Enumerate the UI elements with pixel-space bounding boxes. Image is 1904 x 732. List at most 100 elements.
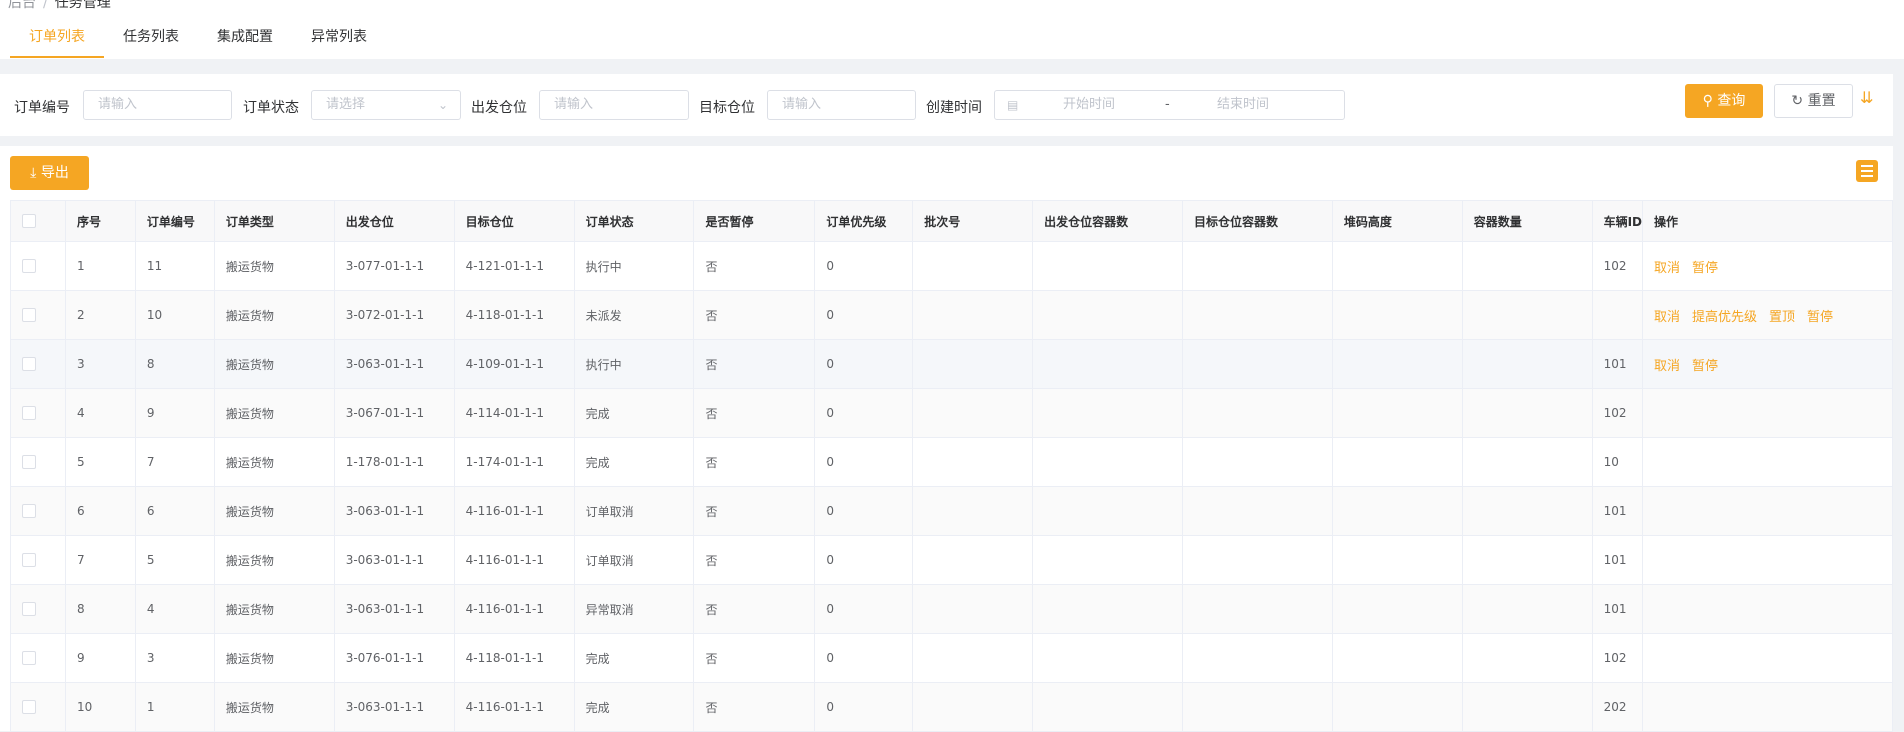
cell-status: 异常取消 <box>573 584 695 634</box>
row-action-link[interactable]: 取消 <box>1654 359 1680 374</box>
to-location-input[interactable]: 请输入 <box>767 90 916 120</box>
row-select-cell[interactable] <box>10 437 66 487</box>
cell-priority: 0 <box>814 241 914 291</box>
cell-from-cnt <box>1032 290 1183 340</box>
cell-priority: 0 <box>814 339 914 389</box>
table-row[interactable]: 8 4 搬运货物 3-063-01-1-1 4-116-01-1-1 异常取消否 0 101 <box>10 584 1893 634</box>
cell-type: 搬运货物 <box>213 486 335 536</box>
row-action-link[interactable]: 暂停 <box>1692 359 1718 374</box>
from-location-label: 出发仓位 <box>471 100 527 116</box>
row-select-cell[interactable] <box>10 584 66 634</box>
cell-status: 未派发 <box>573 290 695 340</box>
tab-integration-config[interactable]: 集成配置 <box>198 26 292 58</box>
cell-idx: 4 <box>64 388 136 438</box>
cell-to-cnt <box>1181 535 1333 585</box>
cell-from: 3-063-01-1-1 <box>333 339 455 389</box>
row-checkbox[interactable] <box>22 553 36 568</box>
cell-vehicle: 102 <box>1591 241 1644 291</box>
cell-paused: 否 <box>693 584 816 634</box>
cell-actions: 取消 暂停 <box>1642 241 1893 291</box>
cell-idx: 1 <box>64 241 136 291</box>
end-time-input[interactable]: 结束时间 <box>1217 91 1269 119</box>
cell-qty <box>1461 584 1593 634</box>
cell-vehicle: 101 <box>1591 535 1644 585</box>
cell-qty <box>1461 388 1593 438</box>
row-select-cell[interactable] <box>10 535 66 585</box>
row-action-link[interactable]: 暂停 <box>1692 261 1718 276</box>
select-all-cell[interactable] <box>10 200 66 242</box>
table-row[interactable]: 4 9 搬运货物 3-067-01-1-1 4-114-01-1-1 完成否 0 102 <box>10 388 1893 438</box>
cell-status: 完成 <box>573 682 695 732</box>
row-action-link[interactable]: 提高优先级 <box>1692 310 1757 325</box>
cell-priority: 0 <box>814 486 914 536</box>
row-action-link[interactable]: 暂停 <box>1807 310 1833 325</box>
cell-to: 4-121-01-1-1 <box>453 241 575 291</box>
reset-button[interactable]: ↻ 重置 <box>1774 84 1853 118</box>
cell-type: 搬运货物 <box>213 339 335 389</box>
row-checkbox[interactable] <box>22 455 36 470</box>
list-icon[interactable] <box>1856 160 1878 182</box>
row-select-cell[interactable] <box>10 241 66 291</box>
order-no-input[interactable]: 请输入 <box>83 90 232 120</box>
cell-status: 执行中 <box>573 339 695 389</box>
cell-actions <box>1642 388 1893 438</box>
breadcrumb-separator: / <box>43 0 48 11</box>
cell-to-cnt <box>1181 437 1333 487</box>
column-header: 目标仓位 <box>453 200 575 242</box>
row-checkbox[interactable] <box>22 406 36 421</box>
row-checkbox[interactable] <box>22 259 36 274</box>
cell-priority: 0 <box>814 290 914 340</box>
row-checkbox[interactable] <box>22 357 36 372</box>
cell-to: 4-116-01-1-1 <box>453 535 575 585</box>
table-row[interactable]: 3 8 搬运货物 3-063-01-1-1 4-109-01-1-1 执行中否 0 101 取消… <box>10 339 1893 389</box>
row-select-cell[interactable] <box>10 682 66 732</box>
cell-qty <box>1461 290 1593 340</box>
tab-bar: 订单列表 任务列表 集成配置 异常列表 <box>10 26 386 59</box>
row-action-link[interactable]: 取消 <box>1654 261 1680 276</box>
export-button[interactable]: ⤓ 导出 <box>10 156 89 190</box>
cell-from-cnt <box>1032 633 1183 683</box>
row-action-link[interactable]: 置顶 <box>1769 310 1795 325</box>
row-action-link[interactable]: 取消 <box>1654 310 1680 325</box>
cell-batch <box>912 535 1034 585</box>
main-panel: ⤓ 导出 序号 订单编号 订单类型 出发仓位 目标仓位 订单状态 是否暂停 订单… <box>0 146 1893 732</box>
cell-to: 4-116-01-1-1 <box>453 486 575 536</box>
order-status-select[interactable]: 请选择 ⌄ <box>311 90 461 120</box>
row-checkbox[interactable] <box>22 602 36 617</box>
date-range-picker[interactable]: ▤ 开始时间 - 结束时间 <box>994 90 1345 120</box>
select-all-checkbox[interactable] <box>22 214 36 229</box>
cell-idx: 6 <box>64 486 136 536</box>
order-no-label: 订单编号 <box>14 100 70 116</box>
cell-from: 3-072-01-1-1 <box>333 290 455 340</box>
row-checkbox[interactable] <box>22 308 36 323</box>
from-location-input[interactable]: 请输入 <box>539 90 689 120</box>
cell-from-cnt <box>1032 437 1183 487</box>
table-row[interactable]: 10 1 搬运货物 3-063-01-1-1 4-116-01-1-1 完成否 0 202 <box>10 682 1893 732</box>
breadcrumb-parent[interactable]: 后台 <box>8 0 36 11</box>
row-select-cell[interactable] <box>10 290 66 340</box>
start-time-input[interactable]: 开始时间 <box>1063 91 1115 119</box>
row-select-cell[interactable] <box>10 388 66 438</box>
table-row[interactable]: 7 5 搬运货物 3-063-01-1-1 4-116-01-1-1 订单取消否 0 101 <box>10 535 1893 585</box>
table-row[interactable]: 2 10 搬运货物 3-072-01-1-1 4-118-01-1-1 未派发否 0 取消 提高… <box>10 290 1893 340</box>
table-row[interactable]: 9 3 搬运货物 3-076-01-1-1 4-118-01-1-1 完成否 0 102 <box>10 633 1893 683</box>
cell-actions: 取消 暂停 <box>1642 339 1893 389</box>
row-select-cell[interactable] <box>10 339 66 389</box>
row-select-cell[interactable] <box>10 633 66 683</box>
table-row[interactable]: 6 6 搬运货物 3-063-01-1-1 4-116-01-1-1 订单取消否 0 101 <box>10 486 1893 536</box>
tab-exception-list[interactable]: 异常列表 <box>292 26 386 58</box>
cell-stack <box>1331 535 1463 585</box>
tab-order-list[interactable]: 订单列表 <box>10 26 104 58</box>
double-chevron-down-icon[interactable]: ⇊ <box>1860 88 1873 107</box>
cell-batch <box>912 241 1034 291</box>
row-select-cell[interactable] <box>10 486 66 536</box>
query-label: 查询 <box>1717 93 1746 109</box>
cell-qty <box>1461 339 1593 389</box>
row-checkbox[interactable] <box>22 700 36 715</box>
table-row[interactable]: 5 7 搬运货物 1-178-01-1-1 1-174-01-1-1 完成否 0 10 <box>10 437 1893 487</box>
table-row[interactable]: 1 11 搬运货物 3-077-01-1-1 4-121-01-1-1 执行中否 0 102 取… <box>10 241 1893 291</box>
tab-task-list[interactable]: 任务列表 <box>104 26 198 58</box>
row-checkbox[interactable] <box>22 504 36 519</box>
query-button[interactable]: ⚲ 查询 <box>1685 84 1763 118</box>
row-checkbox[interactable] <box>22 651 36 666</box>
